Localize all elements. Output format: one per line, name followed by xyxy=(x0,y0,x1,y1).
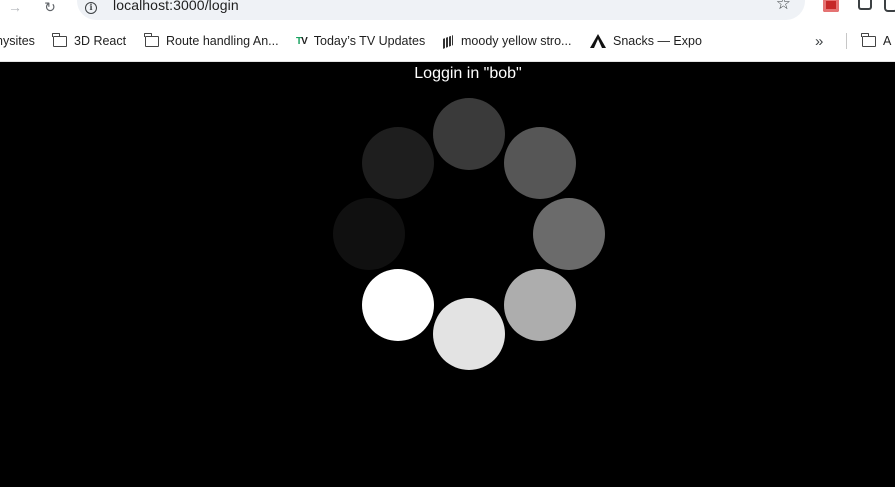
extension-icon[interactable] xyxy=(823,0,839,12)
tv-logo-icon: TV xyxy=(296,35,308,47)
bookmark-moody-yellow[interactable]: moody yellow stro... xyxy=(442,26,571,56)
bookmark-folder-3d-react[interactable]: 3D React xyxy=(52,26,127,56)
bookmarks-divider xyxy=(846,33,847,49)
spinner-dot xyxy=(433,98,505,170)
bookmarks-bar: nysites 3D React Route handling An... TV… xyxy=(0,26,895,56)
site-info-icon[interactable]: i xyxy=(85,2,97,14)
bookmark-label: Route handling An... xyxy=(166,34,279,48)
spinner-dot xyxy=(362,127,435,200)
bookmark-tv-updates[interactable]: TV Today’s TV Updates xyxy=(296,26,425,56)
bookmark-folder-a[interactable]: A xyxy=(861,26,892,56)
bookmarks-overflow-button[interactable]: » xyxy=(815,26,823,56)
folder-icon xyxy=(144,32,159,47)
reload-icon: ↻ xyxy=(44,0,56,15)
extensions-puzzle-icon[interactable] xyxy=(858,0,872,10)
spinner-dot xyxy=(362,268,435,341)
bookmark-snacks-expo[interactable]: Snacks — Expo xyxy=(590,26,702,56)
spinner-dot xyxy=(503,268,576,341)
browser-toolbar: → ↻ i localhost:3000/login ☆ xyxy=(0,0,895,20)
bookmark-label: Snacks — Expo xyxy=(613,34,702,48)
bookmark-label: 3D React xyxy=(74,34,127,48)
chevron-double-right-icon: » xyxy=(815,32,824,50)
forward-button[interactable]: → xyxy=(3,0,27,15)
bookmark-star-icon[interactable]: ☆ xyxy=(776,0,791,12)
bookmark-label: A xyxy=(883,34,892,48)
loading-spinner xyxy=(0,62,895,487)
spinner-dot xyxy=(533,198,605,270)
cube-logo-icon xyxy=(442,35,454,48)
spinner-dot xyxy=(433,298,505,370)
expo-logo-icon xyxy=(590,34,606,48)
bookmark-label: nysites xyxy=(0,34,35,48)
bookmark-folder-route-handling[interactable]: Route handling An... xyxy=(144,26,279,56)
address-bar[interactable]: i localhost:3000/login ☆ xyxy=(77,0,805,20)
spinner-dot xyxy=(503,127,576,200)
folder-icon xyxy=(52,32,67,47)
arrow-right-icon: → xyxy=(8,0,22,15)
bookmark-label: Today’s TV Updates xyxy=(313,34,426,48)
reload-button[interactable]: ↻ xyxy=(38,0,62,15)
spinner-dot xyxy=(333,198,405,270)
folder-icon xyxy=(861,32,876,47)
bookmark-item[interactable]: nysites xyxy=(0,26,35,56)
side-panel-icon[interactable] xyxy=(884,0,895,12)
bookmark-label: moody yellow stro... xyxy=(461,34,572,48)
url-text[interactable]: localhost:3000/login xyxy=(113,0,239,13)
browser-chrome: → ↻ i localhost:3000/login ☆ nysites 3D … xyxy=(0,0,895,62)
login-page: Loggin in "bob" xyxy=(0,62,895,487)
